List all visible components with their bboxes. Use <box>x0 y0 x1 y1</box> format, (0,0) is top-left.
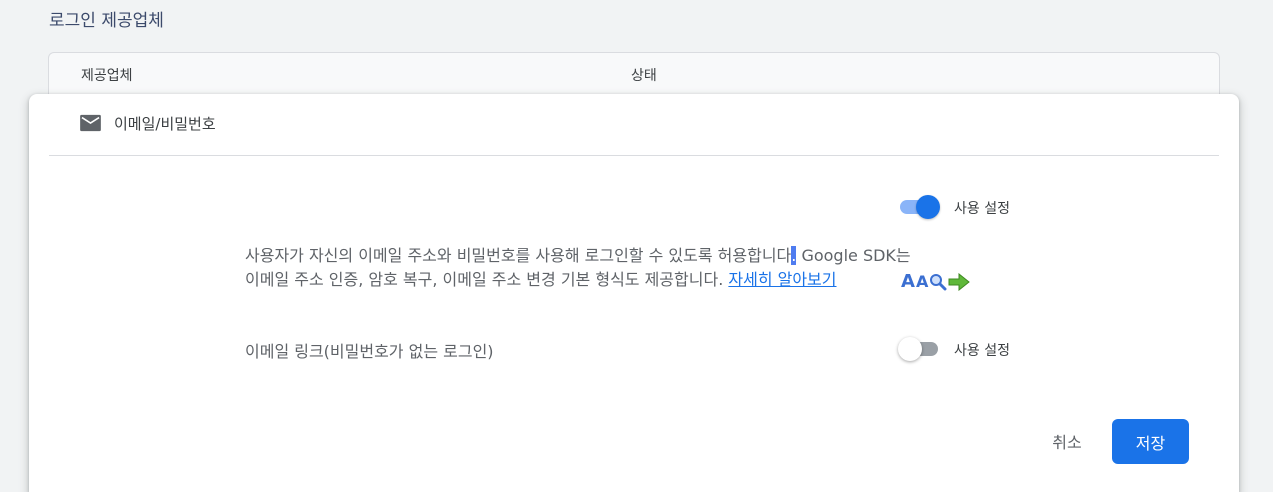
toggle-thumb <box>916 195 940 219</box>
text-size-large-icon[interactable]: A <box>901 272 915 292</box>
email-link-label: 이메일 링크(비밀번호가 없는 로그인) <box>245 342 494 361</box>
description-text-3: 이메일 주소 인증, 암호 복구, 이메일 주소 변경 기본 형식도 제공합니다… <box>245 270 729 289</box>
description-text-1: 사용자가 자신의 이메일 주소와 비밀번호를 사용해 로그인할 수 있도록 허용… <box>245 246 792 265</box>
column-header-provider: 제공업체 <box>81 68 133 84</box>
mail-icon <box>80 114 101 132</box>
email-link-toggle[interactable] <box>898 337 940 361</box>
enable-toggle[interactable] <box>898 195 940 219</box>
learn-more-link[interactable]: 자세히 알아보기 <box>728 270 836 289</box>
save-button[interactable]: 저장 <box>1112 419 1189 464</box>
column-header-status: 상태 <box>631 68 657 84</box>
provider-config-panel: 이메일/비밀번호 사용 설정 사용자가 자신의 이메일 주소와 비밀번호를 사용… <box>29 94 1239 492</box>
panel-header: 이메일/비밀번호 <box>79 112 216 134</box>
description-text-2: Google SDK는 <box>796 246 911 265</box>
section-title: 로그인 제공업체 <box>49 11 164 31</box>
header-divider <box>49 155 1219 156</box>
cancel-button[interactable]: 취소 <box>1034 419 1100 463</box>
text-size-small-icon[interactable]: A <box>916 272 928 292</box>
arrow-right-icon[interactable] <box>948 273 971 291</box>
extension-overlay: A A <box>901 271 971 293</box>
email-link-toggle-label: 사용 설정 <box>954 343 1010 359</box>
enable-toggle-label: 사용 설정 <box>954 201 1010 217</box>
magnifier-icon[interactable] <box>929 273 947 291</box>
toggle-thumb <box>898 337 922 361</box>
provider-name: 이메일/비밀번호 <box>114 114 216 133</box>
